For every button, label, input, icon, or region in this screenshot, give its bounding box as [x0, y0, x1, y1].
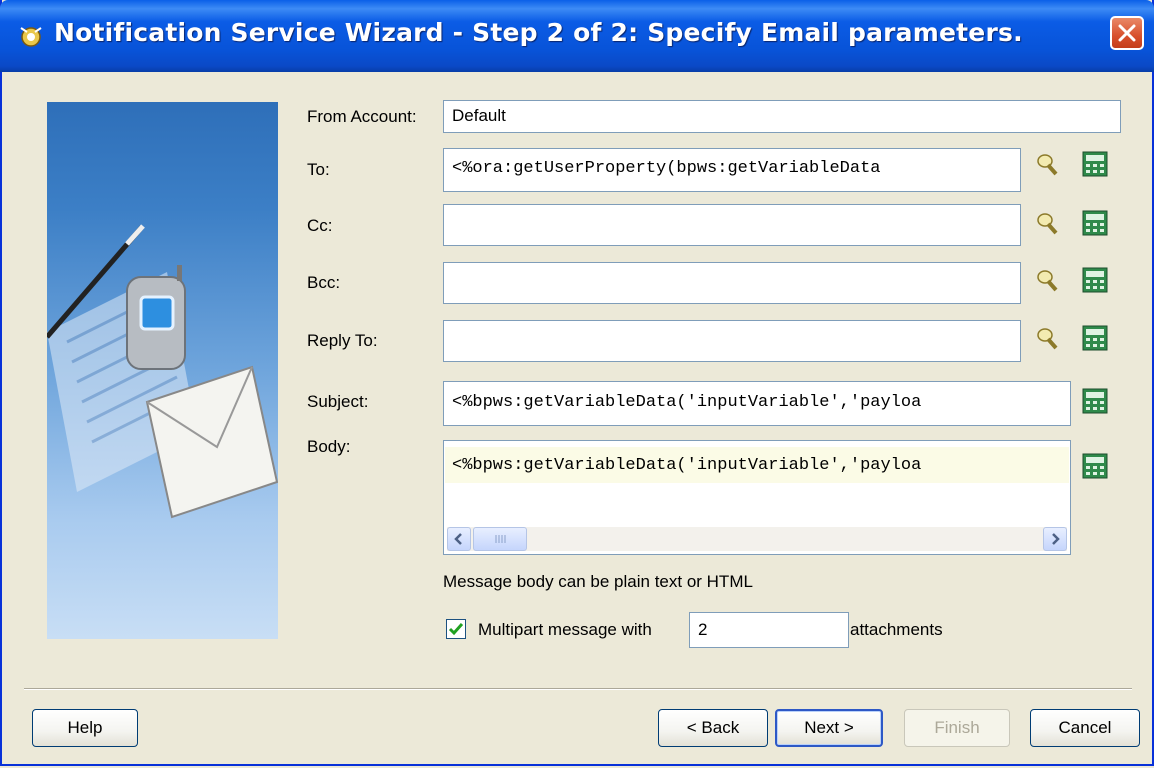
subject-field[interactable]: <%bpws:getVariableData('inputVariable','…	[443, 381, 1071, 426]
expression-builder-icon[interactable]	[1081, 150, 1109, 178]
cc-field[interactable]	[443, 204, 1021, 246]
flashlight-icon[interactable]	[1034, 326, 1062, 354]
wizard-illustration	[47, 102, 278, 639]
expression-builder-icon[interactable]	[1081, 387, 1109, 415]
from-account-field[interactable]: Default	[443, 100, 1121, 133]
flashlight-icon[interactable]	[1034, 211, 1062, 239]
multipart-checkbox[interactable]	[446, 619, 466, 639]
expression-builder-icon[interactable]	[1081, 452, 1109, 480]
from-account-label: From Account:	[307, 107, 417, 126]
expression-builder-icon[interactable]	[1081, 324, 1109, 352]
window-title: Notification Service Wizard - Step 2 of …	[54, 18, 1023, 47]
body-horizontal-scrollbar[interactable]	[447, 527, 1067, 551]
reply-to-label: Reply To:	[307, 331, 378, 350]
close-button[interactable]	[1110, 16, 1144, 50]
chevron-left-icon	[454, 533, 462, 545]
next-button[interactable]: Next >	[775, 709, 883, 747]
grip-icon	[495, 535, 506, 543]
subject-label: Subject:	[307, 392, 369, 411]
to-field[interactable]: <%ora:getUserProperty(bpws:getVariableDa…	[443, 148, 1021, 192]
expression-builder-icon[interactable]	[1081, 266, 1109, 294]
from-account-value: Default	[452, 106, 506, 125]
flashlight-icon[interactable]	[1034, 152, 1062, 180]
bcc-field[interactable]	[443, 262, 1021, 304]
attachment-count-value: 2	[698, 620, 708, 639]
checkmark-icon	[448, 623, 464, 636]
scroll-thumb[interactable]	[473, 527, 527, 551]
multipart-label: Multipart message with	[478, 620, 652, 639]
body-label: Body:	[307, 437, 351, 456]
attachments-label: attachments	[850, 620, 943, 639]
title-bar: Notification Service Wizard - Step 2 of …	[0, 0, 1154, 72]
body-value: <%bpws:getVariableData('inputVariable','…	[452, 456, 922, 475]
close-icon	[1118, 24, 1136, 42]
chevron-right-icon	[1052, 533, 1060, 545]
separator	[24, 688, 1132, 690]
wizard-icon	[18, 23, 44, 49]
to-value: <%ora:getUserProperty(bpws:getVariableDa…	[452, 159, 881, 178]
subject-value: <%bpws:getVariableData('inputVariable','…	[452, 393, 922, 412]
back-button[interactable]: < Back	[658, 709, 768, 747]
bcc-label: Bcc:	[307, 273, 341, 292]
finish-button[interactable]: Finish	[904, 709, 1010, 747]
body-textarea[interactable]: <%bpws:getVariableData('inputVariable','…	[443, 440, 1071, 555]
scroll-right-button[interactable]	[1043, 527, 1067, 551]
help-button[interactable]: Help	[32, 709, 138, 747]
scroll-left-button[interactable]	[447, 527, 471, 551]
cancel-button[interactable]: Cancel	[1030, 709, 1140, 747]
wizard-dialog: Notification Service Wizard - Step 2 of …	[0, 0, 1154, 766]
cc-label: Cc:	[307, 216, 333, 235]
reply-to-field[interactable]	[443, 320, 1021, 362]
attachment-count-field[interactable]: 2	[689, 612, 849, 648]
flashlight-icon[interactable]	[1034, 268, 1062, 296]
to-label: To:	[307, 160, 330, 179]
expression-builder-icon[interactable]	[1081, 209, 1109, 237]
body-hint: Message body can be plain text or HTML	[443, 572, 753, 591]
